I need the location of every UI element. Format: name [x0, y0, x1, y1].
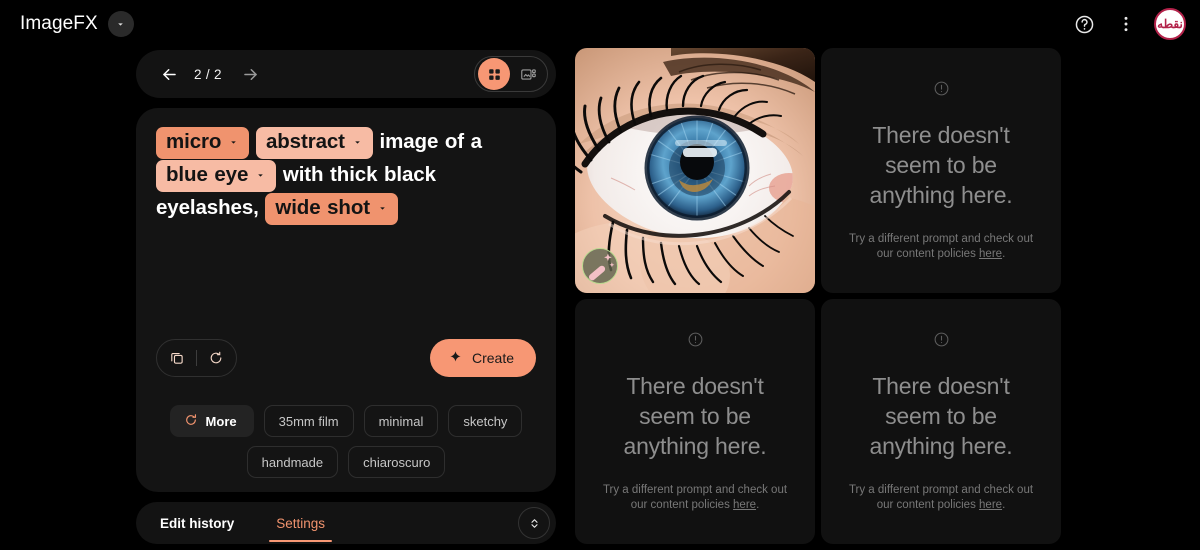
- prompt-chip-blue-eye[interactable]: blue eye: [156, 160, 277, 192]
- tab-settings[interactable]: Settings: [269, 502, 332, 544]
- chevron-down-icon: [255, 161, 266, 189]
- suggestion-chip-chiaroscuro[interactable]: chiaroscuro: [348, 446, 446, 478]
- create-button[interactable]: Create: [429, 339, 536, 377]
- content-policies-link[interactable]: here: [979, 499, 1002, 511]
- chevron-down-icon[interactable]: [107, 11, 134, 37]
- prompt-spacer: [156, 225, 536, 337]
- create-button-label: Create: [471, 350, 514, 366]
- results-grid: There doesn't seem to be anything here. …: [575, 48, 1061, 544]
- app-title: ImageFX: [20, 13, 98, 34]
- detail-view-icon[interactable]: [512, 58, 544, 90]
- empty-sub-after: .: [756, 498, 760, 511]
- prompt-chip-micro[interactable]: micro: [156, 127, 250, 159]
- suggestion-chips: More 35mm film minimal sketchy handmade …: [156, 405, 536, 478]
- refresh-icon[interactable]: [200, 342, 232, 374]
- avatar[interactable]: نقطه: [1154, 8, 1186, 40]
- empty-state-tile: There doesn't seem to be anything here. …: [575, 299, 815, 544]
- content-policies-link[interactable]: here: [733, 499, 756, 511]
- grid-view-icon[interactable]: [478, 58, 510, 90]
- prompt-chip-label: abstract: [265, 130, 345, 153]
- prompt-static-text-1: image of a: [379, 130, 482, 153]
- suggestion-more-label: More: [205, 413, 237, 429]
- suggestion-more-button[interactable]: More: [169, 405, 254, 437]
- arrow-left-icon[interactable]: [154, 59, 184, 89]
- refresh-icon: [184, 413, 198, 430]
- tools-divider: [196, 350, 197, 366]
- suggestion-chip-handmade[interactable]: handmade: [246, 446, 339, 478]
- content-policies-link[interactable]: here: [979, 248, 1002, 260]
- prompt-chip-label: wide shot: [275, 196, 370, 219]
- chevron-down-icon: [352, 128, 363, 156]
- tab-edit-history[interactable]: Edit history: [156, 502, 238, 544]
- magic-wand-icon[interactable]: [582, 248, 618, 284]
- result-navigation-bar: 2 / 2: [136, 50, 556, 98]
- prompt-tools-group: [156, 339, 237, 377]
- chevron-down-icon: [228, 128, 239, 156]
- empty-state-title: There doesn't seem to be anything here.: [869, 372, 1013, 459]
- empty-sub-after: .: [1002, 247, 1006, 260]
- chevron-down-icon: [377, 194, 388, 222]
- empty-sub-before: Try a different prompt and check out our…: [848, 483, 1034, 511]
- alert-circle-icon: [933, 331, 950, 353]
- empty-state-title: There doesn't seem to be anything here.: [869, 121, 1013, 208]
- result-image-tile[interactable]: [575, 48, 815, 293]
- prompt-chip-abstract[interactable]: abstract: [255, 127, 373, 159]
- alert-circle-icon: [687, 331, 704, 353]
- prompt-action-row: Create: [156, 337, 536, 379]
- result-counter: 2 / 2: [194, 66, 222, 82]
- app-brand[interactable]: ImageFX: [20, 11, 134, 37]
- view-mode-toggle: [474, 56, 548, 92]
- empty-sub-before: Try a different prompt and check out our…: [602, 483, 788, 511]
- suggestion-chip-minimal[interactable]: minimal: [363, 405, 439, 437]
- prompt-column: 2 / 2 micro abstract image of a blue eye…: [136, 50, 556, 544]
- top-bar: ImageFX نقطه: [0, 0, 1200, 48]
- more-vertical-icon[interactable]: [1108, 6, 1144, 42]
- empty-state-tile: There doesn't seem to be anything here. …: [821, 299, 1061, 544]
- prompt-editor[interactable]: micro abstract image of a blue eye with …: [156, 126, 536, 225]
- top-bar-actions: نقطه: [1066, 6, 1186, 42]
- expand-collapse-icon[interactable]: [518, 507, 550, 539]
- empty-state-tile: There doesn't seem to be anything here. …: [821, 48, 1061, 293]
- prompt-chip-label: micro: [166, 130, 222, 153]
- sparkle-icon: [448, 349, 463, 367]
- empty-state-subtitle: Try a different prompt and check out our…: [843, 232, 1039, 262]
- arrow-right-icon[interactable]: [236, 59, 266, 89]
- empty-sub-after: .: [1002, 498, 1006, 511]
- empty-state-subtitle: Try a different prompt and check out our…: [843, 483, 1039, 513]
- prompt-chip-wide-shot[interactable]: wide shot: [265, 193, 398, 225]
- empty-sub-before: Try a different prompt and check out our…: [848, 232, 1034, 260]
- alert-circle-icon: [933, 80, 950, 102]
- empty-state-title: There doesn't seem to be anything here.: [623, 372, 767, 459]
- copy-icon[interactable]: [161, 342, 193, 374]
- help-circle-icon[interactable]: [1066, 6, 1102, 42]
- suggestion-chip-35mm-film[interactable]: 35mm film: [263, 405, 354, 437]
- prompt-card: micro abstract image of a blue eye with …: [136, 108, 556, 492]
- bottom-tab-bar: Edit history Settings: [136, 502, 556, 544]
- empty-state-subtitle: Try a different prompt and check out our…: [597, 483, 793, 513]
- suggestion-chip-sketchy[interactable]: sketchy: [448, 405, 523, 437]
- prompt-chip-label: blue eye: [166, 163, 249, 186]
